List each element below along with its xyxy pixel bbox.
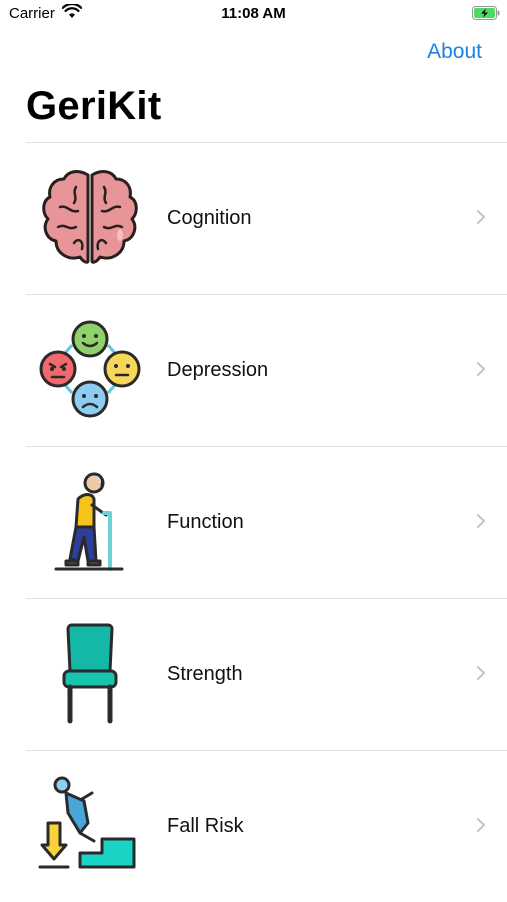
list-item-label: Cognition bbox=[167, 207, 252, 229]
list-item-label: Fall Risk bbox=[167, 815, 244, 837]
chevron-right-icon bbox=[476, 209, 486, 230]
emotions-faces-icon bbox=[38, 317, 142, 421]
status-time: 11:08 AM bbox=[221, 5, 286, 22]
chair-icon bbox=[38, 621, 142, 725]
list-item-strength[interactable]: Strength bbox=[0, 599, 507, 750]
brain-icon bbox=[38, 165, 142, 269]
page-title: GeriKit bbox=[26, 84, 162, 128]
about-button[interactable]: About bbox=[427, 40, 482, 64]
list-item-fall-risk[interactable]: Fall Risk bbox=[0, 751, 507, 902]
list-item-cognition[interactable]: Cognition bbox=[0, 143, 507, 294]
list-item-label: Function bbox=[167, 511, 244, 533]
chevron-right-icon bbox=[476, 665, 486, 686]
falling-stairs-icon bbox=[38, 773, 142, 877]
battery-charging-icon bbox=[472, 6, 500, 25]
list-item-function[interactable]: Function bbox=[0, 447, 507, 598]
chevron-right-icon bbox=[476, 513, 486, 534]
list-item-label: Depression bbox=[167, 359, 269, 381]
elderly-person-cane-icon bbox=[38, 469, 142, 573]
chevron-right-icon bbox=[476, 361, 486, 382]
chevron-right-icon bbox=[476, 817, 486, 838]
category-list: Cognition Depression Function Strength F… bbox=[0, 142, 507, 902]
list-item-depression[interactable]: Depression bbox=[0, 295, 507, 446]
status-bar: Carrier 11:08 AM bbox=[0, 0, 507, 28]
list-item-label: Strength bbox=[167, 663, 243, 685]
